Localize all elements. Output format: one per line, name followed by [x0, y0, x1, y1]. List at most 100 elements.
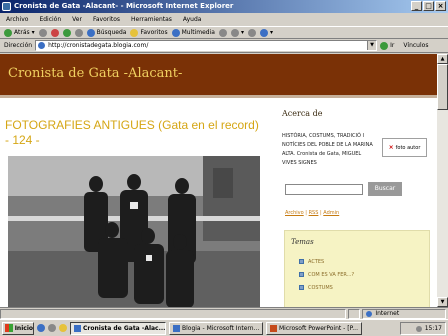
- vertical-scrollbar[interactable]: ▲ ▼: [437, 54, 448, 307]
- favorites-button[interactable]: Favoritos: [130, 28, 168, 37]
- status-lock: [348, 308, 361, 319]
- clock[interactable]: 15:17: [425, 325, 442, 332]
- start-button[interactable]: Inicio: [2, 321, 34, 335]
- back-button[interactable]: Atrás ▾: [4, 28, 35, 37]
- tema-label: COSTUMS: [308, 284, 333, 291]
- taskbar-item[interactable]: Microsoft PowerPoint - [P...: [266, 321, 362, 335]
- admin-link[interactable]: Admin: [323, 210, 339, 216]
- edit-button[interactable]: ▾: [259, 28, 273, 37]
- status-message: [0, 308, 347, 319]
- menu-favoritos[interactable]: Favoritos: [93, 16, 120, 23]
- stop-icon: [50, 28, 59, 37]
- scroll-down-button[interactable]: ▼: [437, 297, 448, 307]
- folder-icon: [299, 259, 304, 264]
- taskbar: Inicio Cronista de Gata -Alac... Blogia …: [0, 319, 448, 336]
- acerca-heading: Acerca de: [282, 109, 323, 118]
- search-label: Búsqueda: [96, 29, 127, 36]
- author-photo-placeholder: × foto autor: [382, 138, 427, 157]
- system-tray: 15:17: [400, 322, 446, 335]
- toolbar: Atrás ▾ Búsqueda Favoritos Multimedia ▾ …: [0, 26, 448, 39]
- search-button[interactable]: Buscar: [368, 182, 402, 196]
- sidebar: Acerca de HISTÒRIA, COSTUMS, TRADICIÓ I …: [282, 109, 432, 307]
- menu-ayuda[interactable]: Ayuda: [183, 16, 202, 23]
- multimedia-button[interactable]: Multimedia: [171, 28, 215, 37]
- post-photo: [8, 156, 260, 307]
- tema-item[interactable]: COSTUMS: [299, 281, 423, 294]
- temas-title: Temas: [291, 238, 314, 246]
- window-title-bar[interactable]: Cronista de Gata -Alacant- - Microsoft I…: [0, 0, 448, 13]
- mail-icon: [230, 28, 239, 37]
- address-dropdown-button[interactable]: ▼: [367, 41, 377, 50]
- menu-ver[interactable]: Ver: [72, 16, 82, 23]
- taskbar-item[interactable]: Blogia - Microsoft Intern...: [169, 321, 263, 335]
- quicklaunch-outlook-icon[interactable]: [59, 324, 67, 332]
- search-input[interactable]: [285, 184, 363, 195]
- sidebar-links: Archivo | RSS | Admin: [285, 210, 340, 216]
- home-icon: [74, 28, 83, 37]
- post: FOTOGRAFIES ANTIGUES (Gata en el record)…: [5, 118, 267, 307]
- tema-label: COM ES VA FER...?: [308, 271, 355, 278]
- author-photo-label: foto autor: [395, 144, 421, 151]
- history-icon: [218, 28, 227, 37]
- globe-icon: [366, 310, 373, 317]
- blog-header: Cronista de Gata -Alacant-: [0, 54, 437, 98]
- forward-button[interactable]: [38, 28, 47, 37]
- scroll-thumb[interactable]: [437, 64, 448, 110]
- rss-link[interactable]: RSS: [309, 210, 319, 216]
- forward-arrow-icon: [38, 28, 47, 37]
- quicklaunch-ie-icon[interactable]: [37, 324, 45, 332]
- refresh-button[interactable]: [62, 28, 71, 37]
- multimedia-icon: [171, 28, 180, 37]
- broken-image-icon: ×: [388, 144, 394, 151]
- powerpoint-icon: [270, 324, 277, 332]
- network-icon[interactable]: [415, 325, 422, 332]
- tema-item[interactable]: COM ES VA FER...?: [299, 268, 423, 281]
- print-button[interactable]: [247, 28, 256, 37]
- profile-text: HISTÒRIA, COSTUMS, TRADICIÓ I NOTÍCIES D…: [282, 133, 373, 166]
- links-button[interactable]: Vínculos: [403, 42, 428, 49]
- blog-title[interactable]: Cronista de Gata -Alacant-: [8, 66, 182, 81]
- menu-edicion[interactable]: Edición: [39, 16, 61, 23]
- windows-logo-icon: [5, 324, 13, 332]
- address-input[interactable]: http://cronistadegata.blogia.com/ ▼: [35, 40, 378, 51]
- search-icon: [86, 28, 95, 37]
- back-arrow-icon: [4, 28, 12, 37]
- address-url: http://cronistadegata.blogia.com/: [48, 42, 149, 49]
- archivo-link[interactable]: Archivo: [285, 210, 304, 216]
- close-button[interactable]: ×: [435, 1, 446, 11]
- stop-button[interactable]: [50, 28, 59, 37]
- menu-herramientas[interactable]: Herramientas: [131, 16, 172, 23]
- menu-bar: Archivo Edición Ver Favoritos Herramient…: [0, 13, 448, 26]
- status-bar: Internet: [0, 307, 448, 319]
- star-icon: [130, 28, 139, 37]
- edit-icon: [259, 28, 268, 37]
- page-icon: [38, 42, 46, 49]
- taskbar-item-label: Blogia - Microsoft Intern...: [182, 324, 260, 332]
- tema-item[interactable]: ACTES: [299, 255, 423, 268]
- taskbar-item[interactable]: Cronista de Gata -Alac...: [70, 321, 166, 335]
- scroll-up-button[interactable]: ▲: [437, 54, 448, 64]
- menu-archivo[interactable]: Archivo: [6, 16, 28, 23]
- ie-icon: [74, 324, 81, 332]
- taskbar-item-label: Cronista de Gata -Alac...: [83, 324, 166, 332]
- refresh-icon: [62, 28, 71, 37]
- taskbar-item-label: Microsoft PowerPoint - [P...: [279, 324, 358, 332]
- mail-button[interactable]: ▾: [230, 28, 244, 37]
- go-arrow-icon: [380, 41, 389, 50]
- search-button-toolbar[interactable]: Búsqueda: [86, 28, 127, 37]
- ie-icon: [2, 2, 11, 11]
- address-bar: Dirección http://cronistadegata.blogia.c…: [0, 39, 448, 53]
- back-label: Atrás: [14, 29, 30, 36]
- minimize-button[interactable]: _: [411, 1, 422, 11]
- quicklaunch-desktop-icon[interactable]: [48, 324, 56, 332]
- go-button[interactable]: Ir: [380, 41, 394, 50]
- home-button[interactable]: [74, 28, 83, 37]
- post-title[interactable]: FOTOGRAFIES ANTIGUES (Gata en el record)…: [5, 118, 260, 148]
- start-label: Inicio: [14, 324, 33, 332]
- history-button[interactable]: [218, 28, 227, 37]
- window-title: Cronista de Gata -Alacant- - Microsoft I…: [14, 2, 234, 10]
- zone-label: Internet: [375, 310, 400, 317]
- folder-icon: [299, 272, 304, 277]
- maximize-button[interactable]: □: [423, 1, 434, 11]
- tema-label: ACTES: [308, 258, 325, 265]
